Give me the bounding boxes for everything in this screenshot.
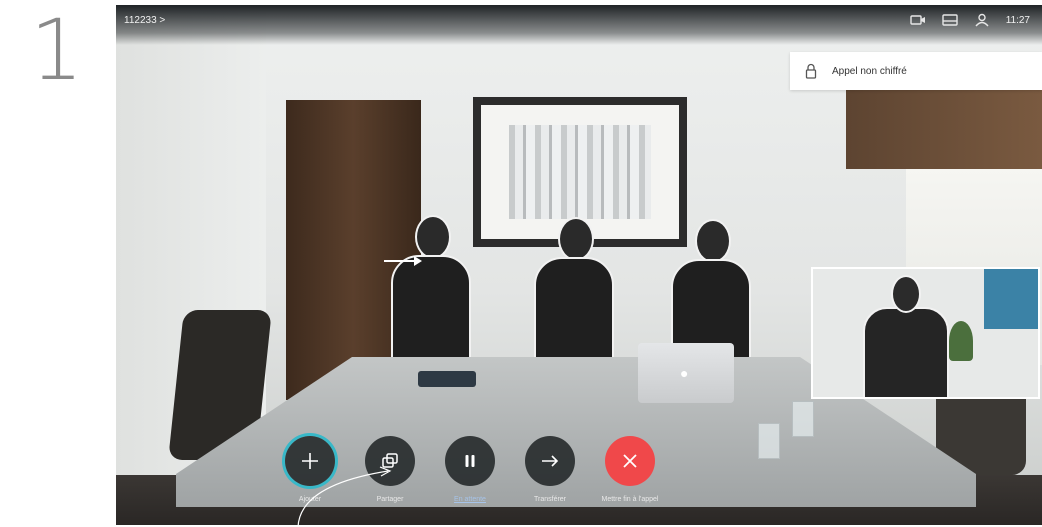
laptop: ● (638, 343, 734, 403)
close-icon (623, 454, 637, 468)
end-call-button-circle[interactable] (605, 436, 655, 486)
hold-button[interactable]: En attente (435, 436, 505, 503)
end-call-label: Mettre fin à l'appel (601, 496, 659, 503)
transfer-button-circle[interactable] (525, 436, 575, 486)
encryption-notification: Appel non chiffré (790, 52, 1042, 90)
pointer-arrow-icon (384, 256, 422, 266)
transfer-label: Transférer (533, 496, 567, 503)
pause-icon (465, 455, 475, 467)
table-microphone (418, 371, 476, 387)
clock: 11:27 (1005, 14, 1030, 26)
step-number: 1 (30, 1, 84, 99)
caller-id[interactable]: 112233 > (124, 15, 165, 26)
contacts-icon[interactable] (974, 13, 990, 27)
top-shade (116, 5, 1042, 45)
display-icon[interactable] (942, 13, 958, 27)
hold-label: En attente (454, 496, 486, 503)
status-icons: 11:27 (910, 13, 1030, 27)
apple-logo-icon: ● (680, 365, 689, 381)
lock-icon (804, 63, 818, 79)
hold-button-circle[interactable] (445, 436, 495, 486)
drinking-glass (792, 401, 814, 437)
callout-curve-icon (297, 466, 392, 527)
camera-icon[interactable] (910, 13, 926, 27)
self-view[interactable] (811, 267, 1040, 399)
arrow-right-icon (542, 455, 559, 467)
wall-cabinet (846, 89, 1042, 169)
end-call-button[interactable]: Mettre fin à l'appel (595, 436, 665, 503)
notification-text: Appel non chiffré (832, 65, 907, 77)
drinking-glass (758, 423, 780, 459)
transfer-button[interactable]: Transférer (515, 436, 585, 503)
